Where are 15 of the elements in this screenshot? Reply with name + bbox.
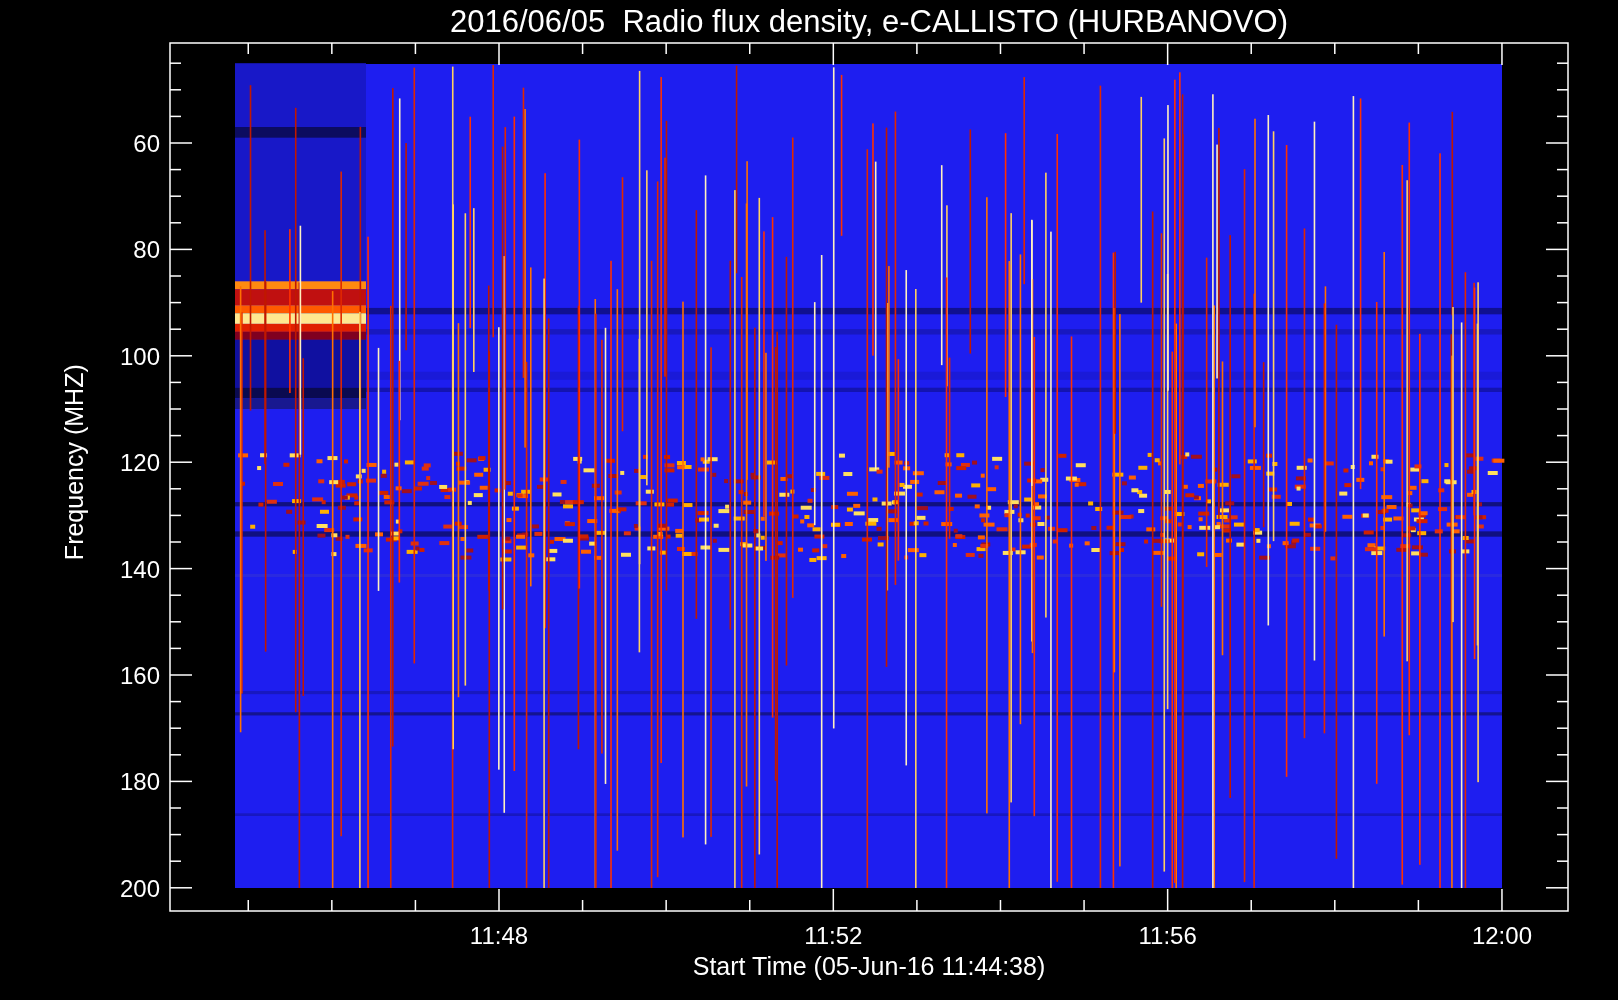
y-tick-label: 200 bbox=[119, 874, 160, 902]
x-tick-label: 11:48 bbox=[469, 922, 529, 949]
x-tick-label: 11:52 bbox=[804, 922, 863, 949]
plot-title: 2016/06/05 Radio flux density, e-CALLISTO (HURBANOVO) bbox=[450, 4, 1288, 39]
y-tick-label: 180 bbox=[119, 768, 160, 796]
y-tick-label: 140 bbox=[119, 555, 160, 583]
x-tick-label: 12:00 bbox=[1471, 922, 1532, 949]
y-tick-label: 160 bbox=[119, 662, 160, 689]
y-tick-label: 100 bbox=[119, 342, 160, 370]
x-axis-label: Start Time (05-Jun-16 11:44:38) bbox=[692, 952, 1046, 980]
y-tick-label: 60 bbox=[133, 130, 160, 157]
y-tick-label: 80 bbox=[133, 236, 160, 264]
y-axis-label: Frequency (MHZ) bbox=[60, 364, 88, 561]
x-tick-label: 11:56 bbox=[1138, 922, 1197, 949]
y-tick-label: 120 bbox=[119, 449, 160, 477]
